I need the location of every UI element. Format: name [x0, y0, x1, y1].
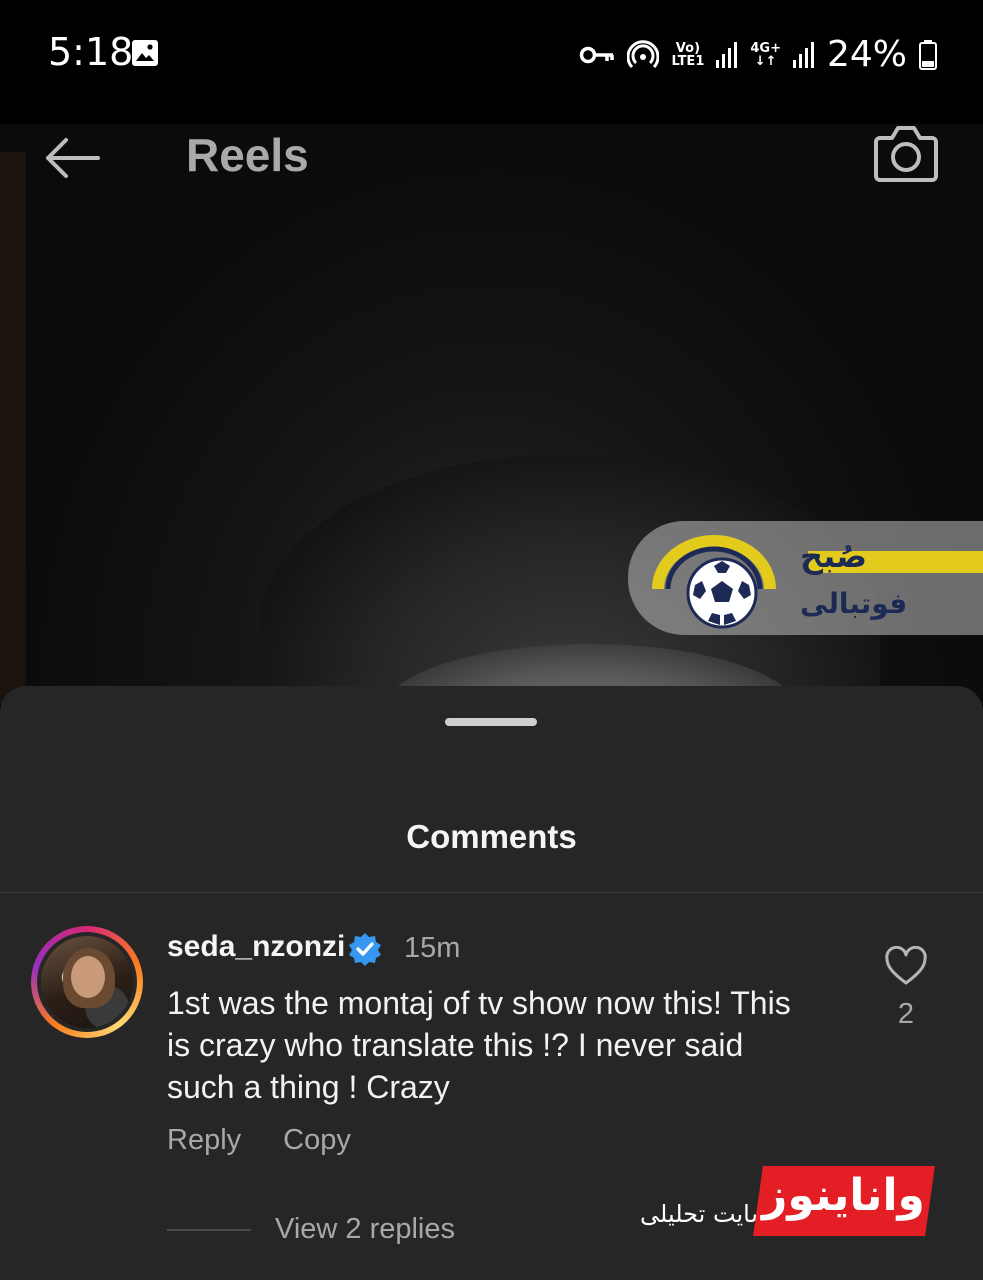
clock: 5:18 — [48, 30, 134, 74]
verified-badge-icon — [349, 933, 381, 966]
comment-time: 15m — [404, 932, 461, 964]
comment-actions: Reply Copy — [167, 1124, 351, 1157]
signal-icon — [716, 41, 738, 68]
copy-button[interactable]: Copy — [283, 1124, 351, 1157]
signal-icon — [792, 41, 814, 68]
avatar[interactable] — [31, 926, 143, 1038]
like-count: 2 — [897, 998, 915, 1030]
image-icon — [132, 40, 158, 66]
network-1: Vo) LTE1 — [671, 40, 705, 69]
logo-text-bottom: فوتبالی — [800, 587, 908, 620]
logo-text-top: صُبح — [800, 537, 868, 575]
avatar-photo — [41, 936, 133, 1028]
key-icon — [580, 46, 615, 63]
watermark-subtitle: سایت تحلیلی — [640, 1200, 771, 1228]
battery-icon — [919, 39, 937, 70]
reply-button[interactable]: Reply — [167, 1124, 241, 1157]
avatar-border — [37, 932, 137, 1032]
channel-logo: صُبح فوتبالی — [628, 521, 983, 635]
watermark-logo: سایت تحلیلی واناینوز — [640, 1166, 940, 1246]
replies-line — [167, 1229, 251, 1231]
divider — [0, 892, 983, 893]
avatar-face — [71, 956, 105, 998]
battery-percent: 24% — [826, 34, 907, 75]
comment-text: 1st was the montaj of tv show now this! … — [167, 985, 791, 1105]
video-background-edge — [0, 152, 26, 704]
soccer-ball-icon — [652, 535, 776, 629]
heart-icon[interactable] — [884, 946, 928, 986]
drag-handle[interactable] — [445, 718, 537, 726]
watermark-brand: واناینوز — [762, 1170, 925, 1221]
comments-title: Comments — [406, 818, 577, 855]
page-title: Reels — [186, 129, 309, 181]
comment-username[interactable]: seda_nzonzi — [167, 930, 345, 964]
camera-icon[interactable] — [872, 124, 940, 184]
hotspot-icon — [627, 39, 660, 68]
status-bar: 5:18 Vo) LTE1 4G+ ↓↑ 24% — [0, 0, 983, 124]
network-2: 4G+ ↓↑ — [750, 40, 781, 69]
back-arrow-icon[interactable] — [40, 134, 104, 182]
reels-header: Reels — [0, 124, 983, 188]
status-icons: Vo) LTE1 4G+ ↓↑ 24% — [579, 34, 937, 75]
comments-sheet: Comments seda_nzonzi 15m 1st was the mon… — [0, 686, 983, 1280]
view-replies-button[interactable]: View 2 replies — [275, 1213, 455, 1246]
